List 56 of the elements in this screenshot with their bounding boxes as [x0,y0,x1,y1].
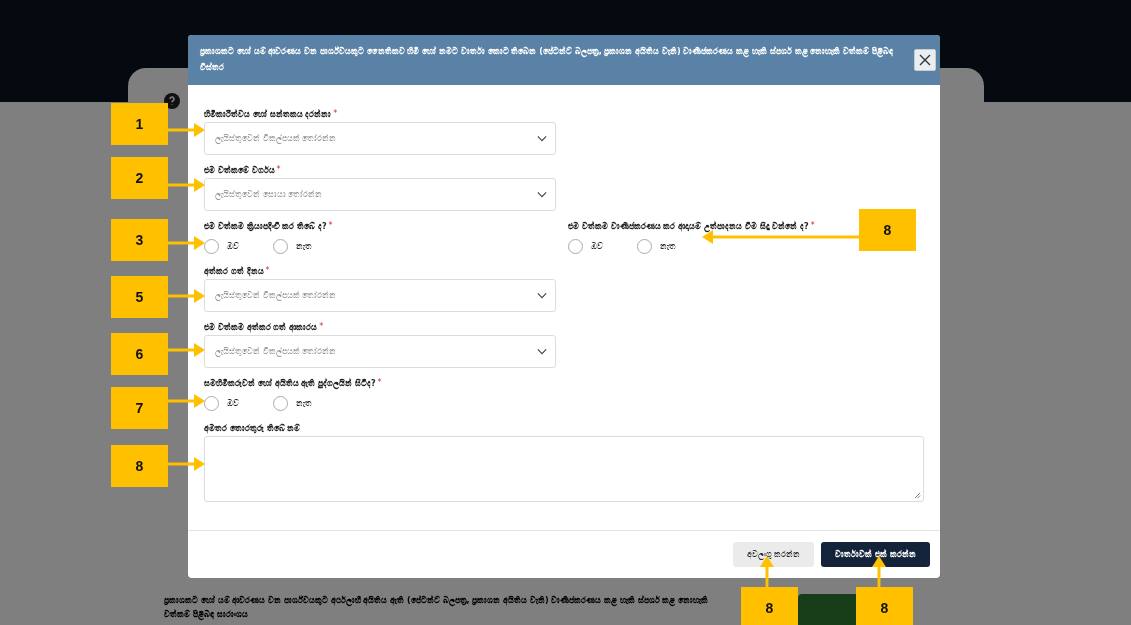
number-callout: 8 [859,209,916,251]
radio-label: නැත [660,241,677,252]
number-callout: 8 [741,587,798,625]
number-callout: 1 [111,103,168,145]
radio-label: නැත [296,241,312,252]
field-label: අත්කර ගත් දිනය [204,266,264,278]
number-callout: 6 [111,333,168,375]
close-icon [919,54,931,66]
callout-arrow [168,343,205,357]
callout-arrow [168,457,205,471]
dialog-title: ප්‍රකාශකට හෝ යම් ආවරණය වන පාර්ශ්වයකුට නෛතිකව හිමි හෝ නමට වාර්තා කොට තිබෙන (පේටන්ට් බලපත්‍ර, ප්‍රකාශන අයිතිය වැනි) වාණිජකරණය කළ හැකි ස්පර්ශ කළ නොහැකි වත්කම් පිළිබඳ විස්තර [200,45,894,74]
field-label: අමතර තොරතුරු තිබේ නම් [204,423,301,435]
callout-arrow [168,236,205,250]
field-label: එම වත්කම ක්‍රියාපදිංචි කර තිබේ ද? [204,221,327,233]
required-mark: * [265,266,270,276]
select-field[interactable]: ලැයිස්තුවෙන් සොයා තෝරන්න [204,178,556,211]
chevron-down-icon [537,191,547,198]
required-mark: * [328,221,333,231]
required-mark: * [276,165,281,175]
field-label: සමහිමිකරුවන් හෝ අයිතිය ඇති පුද්ගලයින් සිටිද? [204,378,376,390]
resize-handle-icon[interactable] [914,492,921,499]
radio-label: නැත [296,398,312,409]
required-mark: * [377,378,382,388]
field-label: එම වත්කම අත්කර ගත් ආකාරය [204,322,318,334]
callout-arrow [168,178,205,192]
required-mark: * [810,221,815,231]
field-label: හිමිකාරිත්වය හෝ සන්තකය දරන්නා [204,109,332,121]
number-callout: 3 [111,219,168,261]
section-summary-text: ප්‍රකාශකට හෝ යම් ආවරණය වන පාර්ශ්වයකුට අර්ථලාභී අයිතිය ඇති (පේටන්ට් බලපත්‍ර, ප්‍රකාශන අයිතිය වැනි) වාණිජකරණය කළ හැකි ස්පර්ශ කළ නොහැකි වත්කම් පිළිබඳ සාරාංශය [164,594,710,622]
chevron-down-icon [537,348,547,355]
radio-label: ඔව් [591,241,604,252]
chevron-down-icon [537,135,547,142]
radio-label: ඔව් [227,241,239,252]
radio-label: ඔව් [227,398,239,409]
select-field[interactable]: ලැයිස්තුවෙන් විකල්පයක් තෝරන්න [204,279,556,312]
required-mark: * [333,109,338,119]
callout-arrow [168,394,205,408]
number-callout: 5 [111,276,168,318]
callout-arrow [872,556,886,587]
chevron-down-icon [537,292,547,299]
number-callout: 2 [111,157,168,199]
field-label: එම වත්කම වාණිජකරණය කර ආදායම් උත්පාදනය වීම සිදු වන්නේ ද? [568,221,809,233]
number-callout: 8 [856,587,913,625]
select-field[interactable]: ලැයිස්තුවෙන් විකල්පයක් තෝරන්න [204,122,556,155]
add-record-button[interactable]: වාර්තාවක් එක් කරන්න [821,542,930,567]
required-mark: * [319,322,324,332]
field-label: එම වත්කමේ වර්ගය [204,165,275,177]
number-callout: 7 [111,387,168,429]
number-callout: 8 [111,445,168,487]
close-button[interactable] [914,49,936,71]
select-field[interactable]: ලැයිස්තුවෙන් විකල්පයක් තෝරන්න [204,335,556,368]
callout-arrow [168,289,205,303]
cancel-button[interactable]: අවලංගු කරන්න [732,542,815,567]
text-area-field[interactable] [204,436,924,502]
add-button[interactable] [798,594,856,625]
callout-arrow [168,123,205,137]
